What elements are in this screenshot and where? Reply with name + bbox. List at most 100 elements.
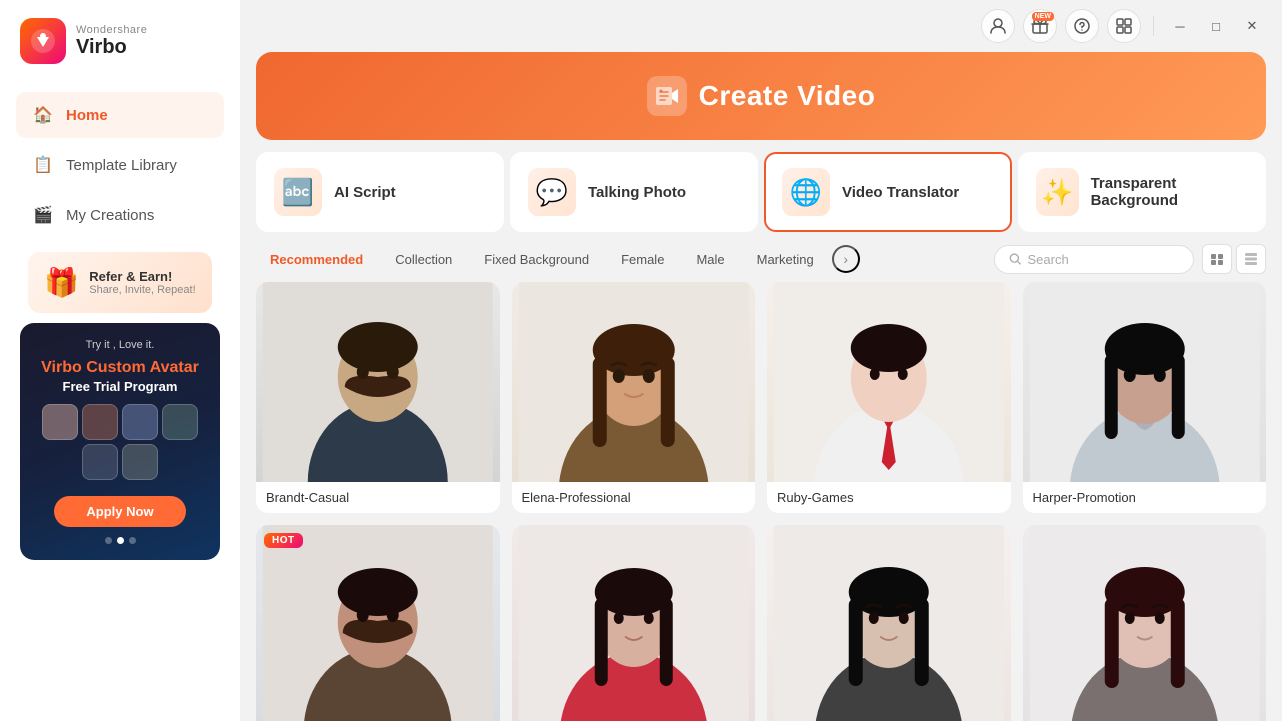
logo-name: Virbo	[76, 36, 147, 59]
create-video-banner[interactable]: Create Video	[256, 52, 1266, 140]
avatar-card-8[interactable]	[1023, 525, 1267, 721]
promo-refer-banner[interactable]: 🎁 Refer & Earn! Share, Invite, Repeat!	[28, 252, 211, 313]
avatar-card-3[interactable]: Ruby-Games	[767, 282, 1011, 513]
ai-script-icon: 🔤	[274, 168, 322, 216]
avatar-image-5: HOT	[256, 525, 500, 721]
avatar-label-1: Brandt-Casual	[256, 482, 500, 513]
talking-photo-label: Talking Photo	[588, 184, 686, 201]
avatar-grid-scroll[interactable]: Brandt-Casual	[240, 282, 1282, 721]
sidebar-item-template-label: Template Library	[66, 157, 177, 174]
template-icon: 📋	[32, 154, 54, 176]
avatar-grid: Brandt-Casual	[256, 282, 1266, 721]
avatar-image-6	[512, 525, 756, 721]
logo-text: Wondershare Virbo	[76, 24, 147, 59]
feature-ai-script[interactable]: 🔤 AI Script	[256, 152, 504, 232]
view-list-button[interactable]	[1202, 244, 1232, 274]
help-icon-btn[interactable]	[1065, 9, 1099, 43]
feature-talking-photo[interactable]: 💬 Talking Photo	[510, 152, 758, 232]
close-button[interactable]: ✕	[1238, 12, 1266, 40]
avatar-image-2	[512, 282, 756, 482]
sidebar-item-home[interactable]: 🏠 Home	[16, 92, 224, 138]
search-icon	[1009, 252, 1021, 266]
promo-custom-avatar[interactable]: Try it , Love it. Virbo Custom Avatar Fr…	[20, 323, 220, 560]
avatar-card-6[interactable]	[512, 525, 756, 721]
avatar-card-4[interactable]: Harper-Promotion	[1023, 282, 1267, 513]
dot-2	[117, 537, 124, 544]
hero-title: Create Video	[699, 80, 876, 112]
filter-male[interactable]: Male	[682, 246, 738, 273]
sidebar-item-creations-label: My Creations	[66, 207, 154, 224]
creations-icon: 🎬	[32, 204, 54, 226]
promo-avatar-grid	[36, 404, 204, 480]
avatar-card-2[interactable]: Elena-Professional	[512, 282, 756, 513]
grid-icon-btn[interactable]	[1107, 9, 1141, 43]
video-translator-label: Video Translator	[842, 184, 959, 201]
refer-title: Refer & Earn!	[89, 269, 195, 284]
promo-avatar-2	[82, 404, 118, 440]
user-icon-btn[interactable]	[981, 9, 1015, 43]
logo-icon	[20, 18, 66, 64]
feature-video-translator[interactable]: 🌐 Video Translator	[764, 152, 1012, 232]
promo-brand-title: Virbo Custom Avatar	[41, 359, 199, 377]
avatar-card-1[interactable]: Brandt-Casual	[256, 282, 500, 513]
dot-1	[105, 537, 112, 544]
filter-female[interactable]: Female	[607, 246, 678, 273]
sidebar: Wondershare Virbo 🏠 Home 📋 Template Libr…	[0, 0, 240, 721]
promo-avatar-5	[82, 444, 118, 480]
filter-fixed-background[interactable]: Fixed Background	[470, 246, 603, 273]
filter-marketing[interactable]: Marketing	[743, 246, 828, 273]
video-translator-icon: 🌐	[782, 168, 830, 216]
topbar: NEW ─ □ ✕	[240, 0, 1282, 52]
search-box	[994, 245, 1194, 274]
promo-avatar-4	[162, 404, 198, 440]
ai-script-label: AI Script	[334, 184, 396, 201]
gift-icon-btn[interactable]: NEW	[1023, 9, 1057, 43]
transparent-bg-icon: ✨	[1036, 168, 1079, 216]
avatar-image-1	[256, 282, 500, 482]
home-icon: 🏠	[32, 104, 54, 126]
feature-transparent-background[interactable]: ✨ Transparent Background	[1018, 152, 1266, 232]
view-toggle	[1202, 244, 1266, 274]
sidebar-nav: 🏠 Home 📋 Template Library 🎬 My Creations	[0, 82, 240, 252]
promo-avatar-6	[122, 444, 158, 480]
avatar-card-5[interactable]: HOT	[256, 525, 500, 721]
view-grid-button[interactable]	[1236, 244, 1266, 274]
restore-button[interactable]: □	[1202, 12, 1230, 40]
filter-collection[interactable]: Collection	[381, 246, 466, 273]
refer-subtitle: Share, Invite, Repeat!	[89, 284, 195, 296]
filter-recommended[interactable]: Recommended	[256, 246, 377, 273]
promo-avatar-1	[42, 404, 78, 440]
apply-now-button[interactable]: Apply Now	[54, 496, 185, 527]
new-badge: NEW	[1032, 12, 1054, 21]
sidebar-item-home-label: Home	[66, 107, 108, 124]
avatar-label-2: Elena-Professional	[512, 482, 756, 513]
hot-badge: HOT	[264, 533, 303, 548]
logo-brand: Wondershare	[76, 24, 147, 36]
search-input[interactable]	[1027, 252, 1179, 267]
promo-dots	[105, 537, 136, 544]
promo-avatar-3	[122, 404, 158, 440]
avatar-label-3: Ruby-Games	[767, 482, 1011, 513]
promo-try-label: Try it , Love it.	[86, 339, 155, 351]
promo-free-trial: Free Trial Program	[63, 379, 178, 394]
main-content: NEW ─ □ ✕	[240, 0, 1282, 721]
sidebar-item-my-creations[interactable]: 🎬 My Creations	[16, 192, 224, 238]
transparent-bg-label: Transparent Background	[1091, 175, 1248, 209]
app-logo: Wondershare Virbo	[0, 0, 240, 82]
refer-text: Refer & Earn! Share, Invite, Repeat!	[89, 269, 195, 296]
avatar-image-8	[1023, 525, 1267, 721]
sidebar-item-template-library[interactable]: 📋 Template Library	[16, 142, 224, 188]
refer-icon: 🎁	[44, 266, 79, 299]
talking-photo-icon: 💬	[528, 168, 576, 216]
avatar-card-7[interactable]	[767, 525, 1011, 721]
dot-3	[129, 537, 136, 544]
filter-more-button[interactable]: ›	[832, 245, 860, 273]
avatar-label-4: Harper-Promotion	[1023, 482, 1267, 513]
filters-row: Recommended Collection Fixed Background …	[240, 244, 1282, 274]
avatar-image-4	[1023, 282, 1267, 482]
avatar-image-3	[767, 282, 1011, 482]
minimize-button[interactable]: ─	[1166, 12, 1194, 40]
avatar-image-7	[767, 525, 1011, 721]
create-video-icon	[647, 76, 687, 116]
feature-cards-row: 🔤 AI Script 💬 Talking Photo 🌐 Video Tran…	[256, 152, 1266, 232]
